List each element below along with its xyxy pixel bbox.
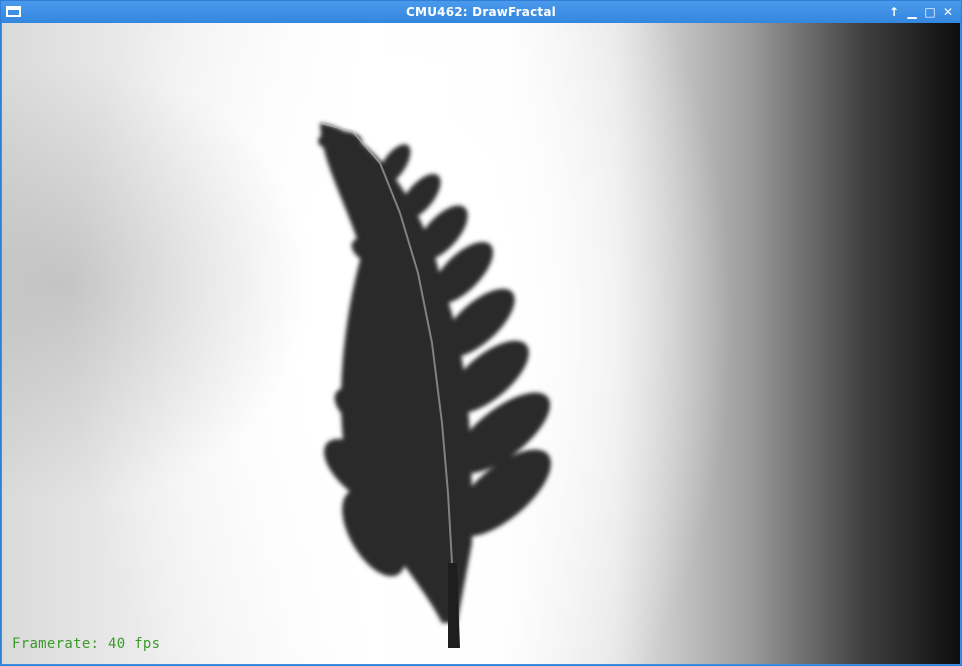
window-title: CMU462: DrawFractal <box>406 5 556 19</box>
minimize-icon: ▁ <box>907 5 917 19</box>
shade-button[interactable]: ↑ <box>886 4 902 20</box>
close-icon: ✕ <box>942 5 954 19</box>
close-button[interactable]: ✕ <box>940 4 956 20</box>
minimize-button[interactable]: ▁ <box>904 4 920 20</box>
fern-fractal <box>318 122 551 648</box>
arrow-up-icon: ↑ <box>888 5 900 19</box>
app-window: CMU462: DrawFractal ↑ ▁ □ ✕ Framerate: 4… <box>0 0 962 666</box>
title-bar[interactable]: CMU462: DrawFractal ↑ ▁ □ ✕ <box>1 1 961 23</box>
framerate-label: Framerate: 40 fps <box>12 636 161 652</box>
maximize-icon: □ <box>924 5 936 19</box>
render-canvas[interactable]: Framerate: 40 fps <box>2 23 960 664</box>
maximize-button[interactable]: □ <box>922 4 938 20</box>
